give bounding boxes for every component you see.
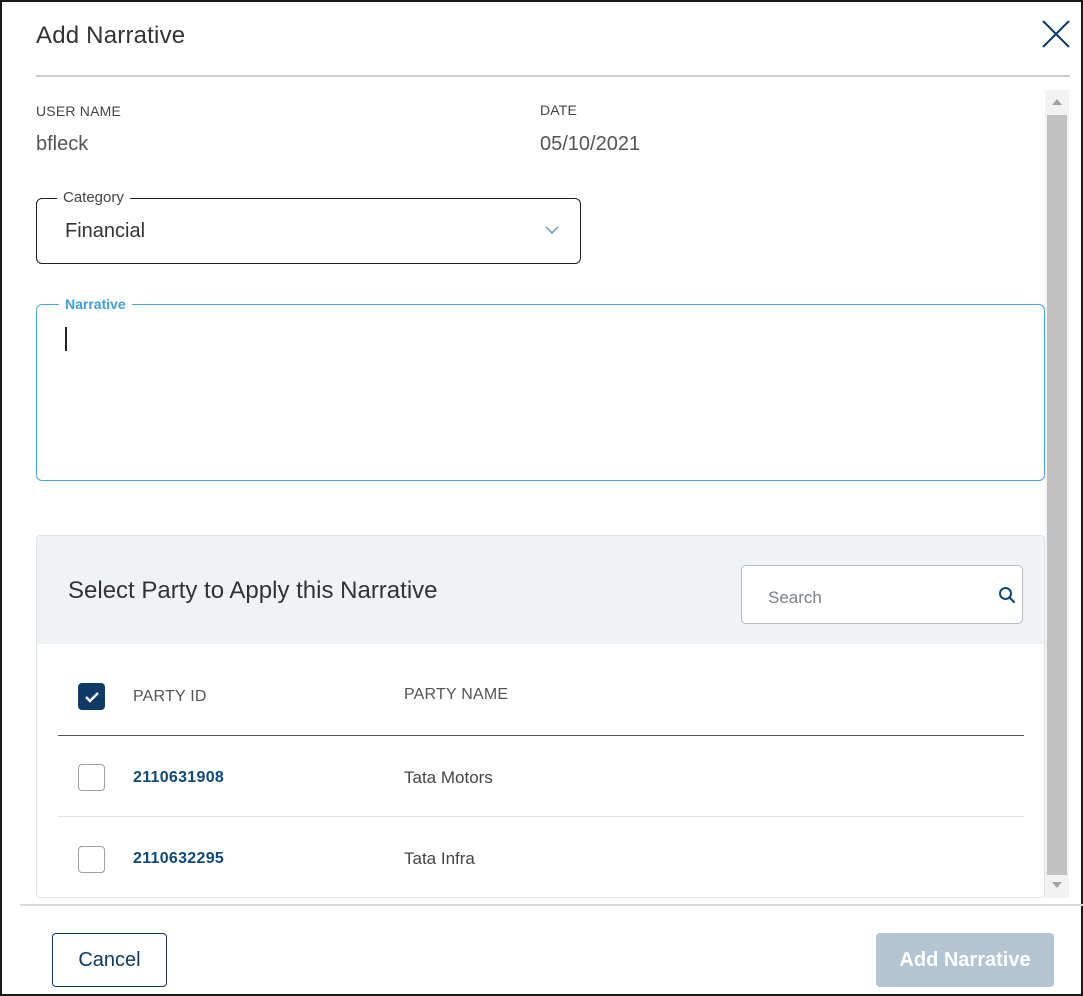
vertical-scrollbar[interactable] xyxy=(1045,90,1069,898)
user-name-label: USER NAME xyxy=(36,103,122,119)
category-value: Financial xyxy=(65,220,146,242)
text-caret xyxy=(65,327,67,351)
title-divider xyxy=(36,75,1070,77)
scrollbar-thumb[interactable] xyxy=(1047,115,1067,875)
select-all-checkbox[interactable] xyxy=(78,683,105,710)
dialog-title: Add Narrative xyxy=(36,22,186,49)
party-search-box[interactable] xyxy=(741,565,1023,624)
table-header-divider xyxy=(58,735,1024,736)
narrative-textarea[interactable]: Narrative xyxy=(36,296,1045,481)
narrative-label: Narrative xyxy=(59,296,132,312)
category-label: Category xyxy=(57,190,130,206)
user-name-value: bfleck xyxy=(36,133,89,155)
party-selection-panel: Select Party to Apply this Narrative PAR… xyxy=(36,535,1045,898)
scroll-up-arrow-icon[interactable] xyxy=(1051,97,1063,107)
checkmark-icon xyxy=(85,692,99,703)
row-divider xyxy=(58,816,1024,817)
row-checkbox[interactable] xyxy=(78,846,105,873)
close-button[interactable] xyxy=(1040,18,1072,50)
cancel-button[interactable]: Cancel xyxy=(52,933,167,987)
date-value: 05/10/2021 xyxy=(540,133,641,155)
search-icon[interactable] xyxy=(998,586,1016,604)
party-name-column-header: PARTY NAME xyxy=(404,686,509,703)
add-narrative-dialog: Add Narrative USER NAME bfleck DATE 05/1… xyxy=(0,0,1083,996)
row-checkbox[interactable] xyxy=(78,764,105,791)
chevron-down-icon xyxy=(545,226,559,235)
party-search-input[interactable] xyxy=(743,567,973,622)
footer-divider xyxy=(20,904,1083,906)
party-id-link[interactable]: 2110631908 xyxy=(133,769,224,787)
date-label: DATE xyxy=(540,102,578,118)
scroll-down-arrow-icon[interactable] xyxy=(1051,880,1063,890)
party-panel-title: Select Party to Apply this Narrative xyxy=(68,577,438,604)
party-panel-header: Select Party to Apply this Narrative xyxy=(37,536,1044,644)
party-name: Tata Infra xyxy=(404,849,475,868)
add-narrative-button[interactable]: Add Narrative xyxy=(876,933,1054,987)
party-id-link[interactable]: 2110632295 xyxy=(133,850,224,868)
category-select[interactable]: Category Financial xyxy=(36,190,581,264)
party-id-column-header: PARTY ID xyxy=(133,688,207,705)
party-name: Tata Motors xyxy=(404,768,493,787)
close-icon xyxy=(1042,20,1070,48)
row-divider xyxy=(58,897,1024,898)
